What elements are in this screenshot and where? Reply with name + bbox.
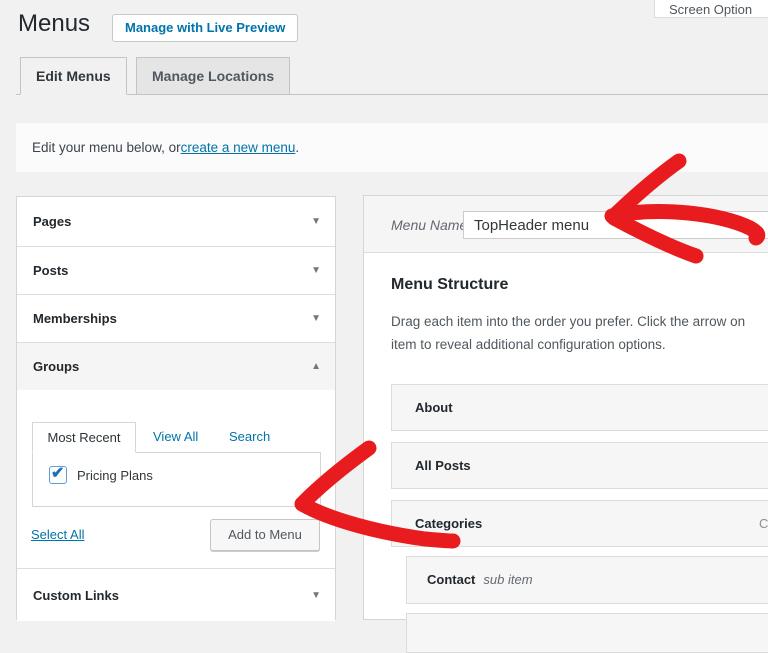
pricing-plans-checkbox[interactable]: ✔ xyxy=(49,466,67,484)
sidebar-item-groups[interactable]: Groups ▲ xyxy=(17,342,335,390)
notice-text: Edit your menu below, or xyxy=(32,140,181,155)
tab-divider xyxy=(16,94,768,95)
screen-options-tab[interactable]: Screen Option xyxy=(654,0,768,18)
tab-view-all[interactable]: View All xyxy=(153,429,198,444)
screen-options-label: Screen Option xyxy=(669,2,752,17)
section-label: Custom Links xyxy=(33,588,119,603)
section-label: Groups xyxy=(33,359,79,374)
menu-item-contact[interactable]: Contact sub item xyxy=(406,556,768,604)
tab-most-recent[interactable]: Most Recent xyxy=(32,422,136,453)
sidebar-item-memberships[interactable]: Memberships ▼ xyxy=(17,294,335,342)
add-menu-items-sidebar: Pages ▼ Posts ▼ Memberships ▼ Groups ▲ M… xyxy=(16,196,336,620)
page-title: Menus xyxy=(18,10,90,38)
chevron-down-icon[interactable]: ▼ xyxy=(311,313,321,324)
menu-item-about[interactable]: About xyxy=(391,384,768,431)
section-label: Pages xyxy=(33,214,71,229)
sidebar-item-custom-links[interactable]: Custom Links ▼ xyxy=(17,568,335,621)
chevron-down-icon[interactable]: ▼ xyxy=(311,590,321,601)
menu-item-type-label: C xyxy=(759,501,768,546)
add-to-menu-button[interactable]: Add to Menu xyxy=(210,519,320,551)
list-item-pricing-plans: ✔ Pricing Plans xyxy=(49,466,153,484)
menu-item-label: Contact xyxy=(407,572,475,587)
checkmark-icon: ✔ xyxy=(51,463,64,483)
groups-panel: Most Recent View All Search ✔ Pricing Pl… xyxy=(17,390,335,568)
notice-text-end: . xyxy=(295,140,299,155)
chevron-up-icon[interactable]: ▲ xyxy=(311,361,321,372)
chevron-down-icon[interactable]: ▼ xyxy=(311,265,321,276)
menu-item-categories[interactable]: Categories C xyxy=(391,500,768,547)
group-items-box: ✔ Pricing Plans xyxy=(32,452,321,507)
menu-structure-description: Drag each item into the order you prefer… xyxy=(391,310,745,356)
menu-item-label: All Posts xyxy=(392,458,471,473)
menu-name-input[interactable] xyxy=(463,211,768,239)
create-new-menu-link[interactable]: create a new menu xyxy=(181,140,296,155)
sub-item-hint: sub item xyxy=(483,572,532,587)
menu-editor-panel: Menu Name Menu Structure Drag each item … xyxy=(363,195,768,620)
sidebar-item-posts[interactable]: Posts ▼ xyxy=(17,246,335,294)
tab-search[interactable]: Search xyxy=(229,429,270,444)
description-line: item to reveal additional configuration … xyxy=(391,333,745,356)
select-all-link[interactable]: Select All xyxy=(31,527,84,542)
menu-name-header: Menu Name xyxy=(364,196,768,253)
menu-item-label: About xyxy=(392,400,453,415)
menu-item-all-posts[interactable]: All Posts xyxy=(391,442,768,489)
tab-manage-locations[interactable]: Manage Locations xyxy=(136,57,290,95)
edit-menu-notice: Edit your menu below, or create a new me… xyxy=(16,123,768,172)
tab-edit-menus[interactable]: Edit Menus xyxy=(20,57,127,95)
chevron-down-icon[interactable]: ▼ xyxy=(311,216,321,227)
menu-structure-heading: Menu Structure xyxy=(391,276,508,294)
description-line: Drag each item into the order you prefer… xyxy=(391,310,745,333)
menu-item-label: Categories xyxy=(392,516,482,531)
menu-item-partial[interactable] xyxy=(406,613,768,653)
sidebar-item-pages[interactable]: Pages ▼ xyxy=(17,197,335,246)
manage-live-preview-button[interactable]: Manage with Live Preview xyxy=(112,14,298,42)
checkbox-label[interactable]: Pricing Plans xyxy=(77,468,153,483)
section-label: Posts xyxy=(33,263,68,278)
section-label: Memberships xyxy=(33,311,117,326)
menu-name-label: Menu Name xyxy=(391,196,467,253)
